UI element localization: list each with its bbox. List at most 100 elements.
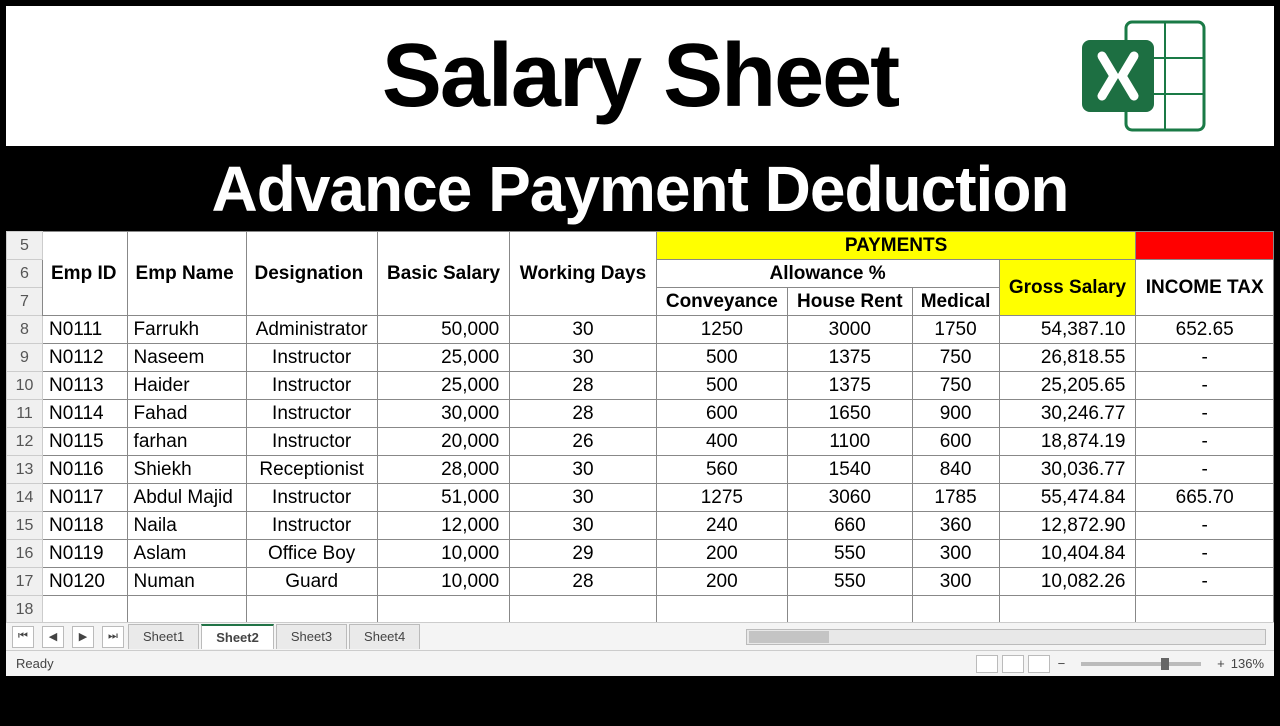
cell-basic-salary[interactable]: 10,000 xyxy=(377,568,509,596)
cell-emp-id[interactable]: N0114 xyxy=(43,400,128,428)
cell-medical[interactable]: 300 xyxy=(912,540,999,568)
cell-house-rent[interactable]: 1540 xyxy=(788,456,913,484)
cell-medical[interactable]: 300 xyxy=(912,568,999,596)
col-working-days[interactable]: Working Days xyxy=(510,232,656,316)
cell-emp-name[interactable]: Numan xyxy=(127,568,246,596)
cell-designation[interactable]: Receptionist xyxy=(246,456,377,484)
table-row[interactable]: 16N0119AslamOffice Boy10,000292005503001… xyxy=(7,540,1274,568)
view-page-break-button[interactable] xyxy=(1028,655,1050,673)
cell-designation[interactable]: Instructor xyxy=(246,344,377,372)
cell-income-tax[interactable]: - xyxy=(1136,400,1274,428)
cell-basic-salary[interactable]: 50,000 xyxy=(377,316,509,344)
cell-medical[interactable]: 1750 xyxy=(912,316,999,344)
cell-emp-name[interactable]: Abdul Majid xyxy=(127,484,246,512)
table-row[interactable]: 8N0111FarrukhAdministrator50,00030125030… xyxy=(7,316,1274,344)
cell-gross-salary[interactable]: 30,246.77 xyxy=(999,400,1136,428)
cell-emp-id[interactable]: N0116 xyxy=(43,456,128,484)
cell-emp-name[interactable]: Farrukh xyxy=(127,316,246,344)
cell-emp-id[interactable]: N0111 xyxy=(43,316,128,344)
allowance-header[interactable]: Allowance % xyxy=(656,260,999,288)
cell-income-tax[interactable]: - xyxy=(1136,540,1274,568)
cell-designation[interactable]: Guard xyxy=(246,568,377,596)
row-header[interactable]: 12 xyxy=(7,428,43,456)
cell-gross-salary[interactable]: 18,874.19 xyxy=(999,428,1136,456)
cell-designation[interactable]: Instructor xyxy=(246,372,377,400)
horizontal-scrollbar[interactable] xyxy=(746,629,1266,645)
cell-designation[interactable]: Instructor xyxy=(246,428,377,456)
cell-working-days[interactable]: 28 xyxy=(510,400,656,428)
cell-gross-salary[interactable]: 12,872.90 xyxy=(999,512,1136,540)
cell-medical[interactable]: 360 xyxy=(912,512,999,540)
cell-house-rent[interactable]: 1650 xyxy=(788,400,913,428)
cell-conveyance[interactable]: 400 xyxy=(656,428,787,456)
cell-emp-name[interactable]: Haider xyxy=(127,372,246,400)
cell-conveyance[interactable]: 200 xyxy=(656,540,787,568)
cell-income-tax[interactable]: 652.65 xyxy=(1136,316,1274,344)
cell-conveyance[interactable]: 500 xyxy=(656,344,787,372)
cell-emp-id[interactable]: N0112 xyxy=(43,344,128,372)
cell-income-tax[interactable]: 665.70 xyxy=(1136,484,1274,512)
sheet-tab[interactable]: Sheet3 xyxy=(276,624,347,649)
row-header[interactable]: 6 xyxy=(7,260,43,288)
row-header[interactable]: 15 xyxy=(7,512,43,540)
cell-conveyance[interactable]: 1275 xyxy=(656,484,787,512)
deduction-header-red[interactable] xyxy=(1136,232,1274,260)
col-emp-id[interactable]: Emp ID xyxy=(43,232,128,316)
table-row[interactable]: 10N0113HaiderInstructor25,00028500137575… xyxy=(7,372,1274,400)
cell-working-days[interactable]: 26 xyxy=(510,428,656,456)
cell-emp-name[interactable]: Fahad xyxy=(127,400,246,428)
row-header[interactable]: 17 xyxy=(7,568,43,596)
cell-house-rent[interactable]: 3060 xyxy=(788,484,913,512)
col-emp-name[interactable]: Emp Name xyxy=(127,232,246,316)
cell-emp-id[interactable]: N0115 xyxy=(43,428,128,456)
view-page-layout-button[interactable] xyxy=(1002,655,1024,673)
cell-basic-salary[interactable]: 28,000 xyxy=(377,456,509,484)
cell-gross-salary[interactable]: 10,082.26 xyxy=(999,568,1136,596)
row-header[interactable]: 9 xyxy=(7,344,43,372)
cell-house-rent[interactable]: 1100 xyxy=(788,428,913,456)
cell-conveyance[interactable]: 600 xyxy=(656,400,787,428)
cell-basic-salary[interactable]: 25,000 xyxy=(377,344,509,372)
cell-income-tax[interactable]: - xyxy=(1136,456,1274,484)
cell-working-days[interactable]: 30 xyxy=(510,456,656,484)
cell-designation[interactable]: Administrator xyxy=(246,316,377,344)
row-header[interactable]: 11 xyxy=(7,400,43,428)
cell-designation[interactable]: Instructor xyxy=(246,484,377,512)
row-header[interactable]: 5 xyxy=(7,232,43,260)
cell-basic-salary[interactable]: 30,000 xyxy=(377,400,509,428)
cell-gross-salary[interactable]: 55,474.84 xyxy=(999,484,1136,512)
cell-income-tax[interactable]: - xyxy=(1136,428,1274,456)
cell-income-tax[interactable]: - xyxy=(1136,372,1274,400)
row-header[interactable]: 16 xyxy=(7,540,43,568)
table-row[interactable]: 14N0117Abdul MajidInstructor51,000301275… xyxy=(7,484,1274,512)
cell-basic-salary[interactable]: 25,000 xyxy=(377,372,509,400)
cell-working-days[interactable]: 30 xyxy=(510,512,656,540)
row-header[interactable]: 10 xyxy=(7,372,43,400)
cell-conveyance[interactable]: 1250 xyxy=(656,316,787,344)
tab-nav-last[interactable]: ⏭ xyxy=(102,626,124,648)
tab-nav-first[interactable]: ⏮ xyxy=(12,626,34,648)
cell-income-tax[interactable]: - xyxy=(1136,568,1274,596)
table-row[interactable]: 11N0114FahadInstructor30,000286001650900… xyxy=(7,400,1274,428)
cell-income-tax[interactable]: - xyxy=(1136,512,1274,540)
cell-emp-name[interactable]: farhan xyxy=(127,428,246,456)
table-row[interactable]: 9N0112NaseemInstructor25,000305001375750… xyxy=(7,344,1274,372)
cell-medical[interactable]: 600 xyxy=(912,428,999,456)
tab-nav-next[interactable]: ▶ xyxy=(72,626,94,648)
col-income-tax[interactable]: INCOME TAX xyxy=(1136,260,1274,316)
zoom-out-button[interactable]: − xyxy=(1058,656,1066,671)
cell-emp-id[interactable]: N0113 xyxy=(43,372,128,400)
cell-designation[interactable]: Office Boy xyxy=(246,540,377,568)
row-header[interactable]: 8 xyxy=(7,316,43,344)
cell-gross-salary[interactable]: 10,404.84 xyxy=(999,540,1136,568)
cell-gross-salary[interactable]: 25,205.65 xyxy=(999,372,1136,400)
cell-basic-salary[interactable]: 20,000 xyxy=(377,428,509,456)
cell-emp-id[interactable]: N0120 xyxy=(43,568,128,596)
zoom-slider[interactable] xyxy=(1081,662,1201,666)
row-header[interactable]: 7 xyxy=(7,288,43,316)
col-conveyance[interactable]: Conveyance xyxy=(656,288,787,316)
cell-medical[interactable]: 750 xyxy=(912,372,999,400)
cell-house-rent[interactable]: 550 xyxy=(788,568,913,596)
sheet-tab[interactable]: Sheet2 xyxy=(201,624,274,649)
cell-gross-salary[interactable]: 26,818.55 xyxy=(999,344,1136,372)
